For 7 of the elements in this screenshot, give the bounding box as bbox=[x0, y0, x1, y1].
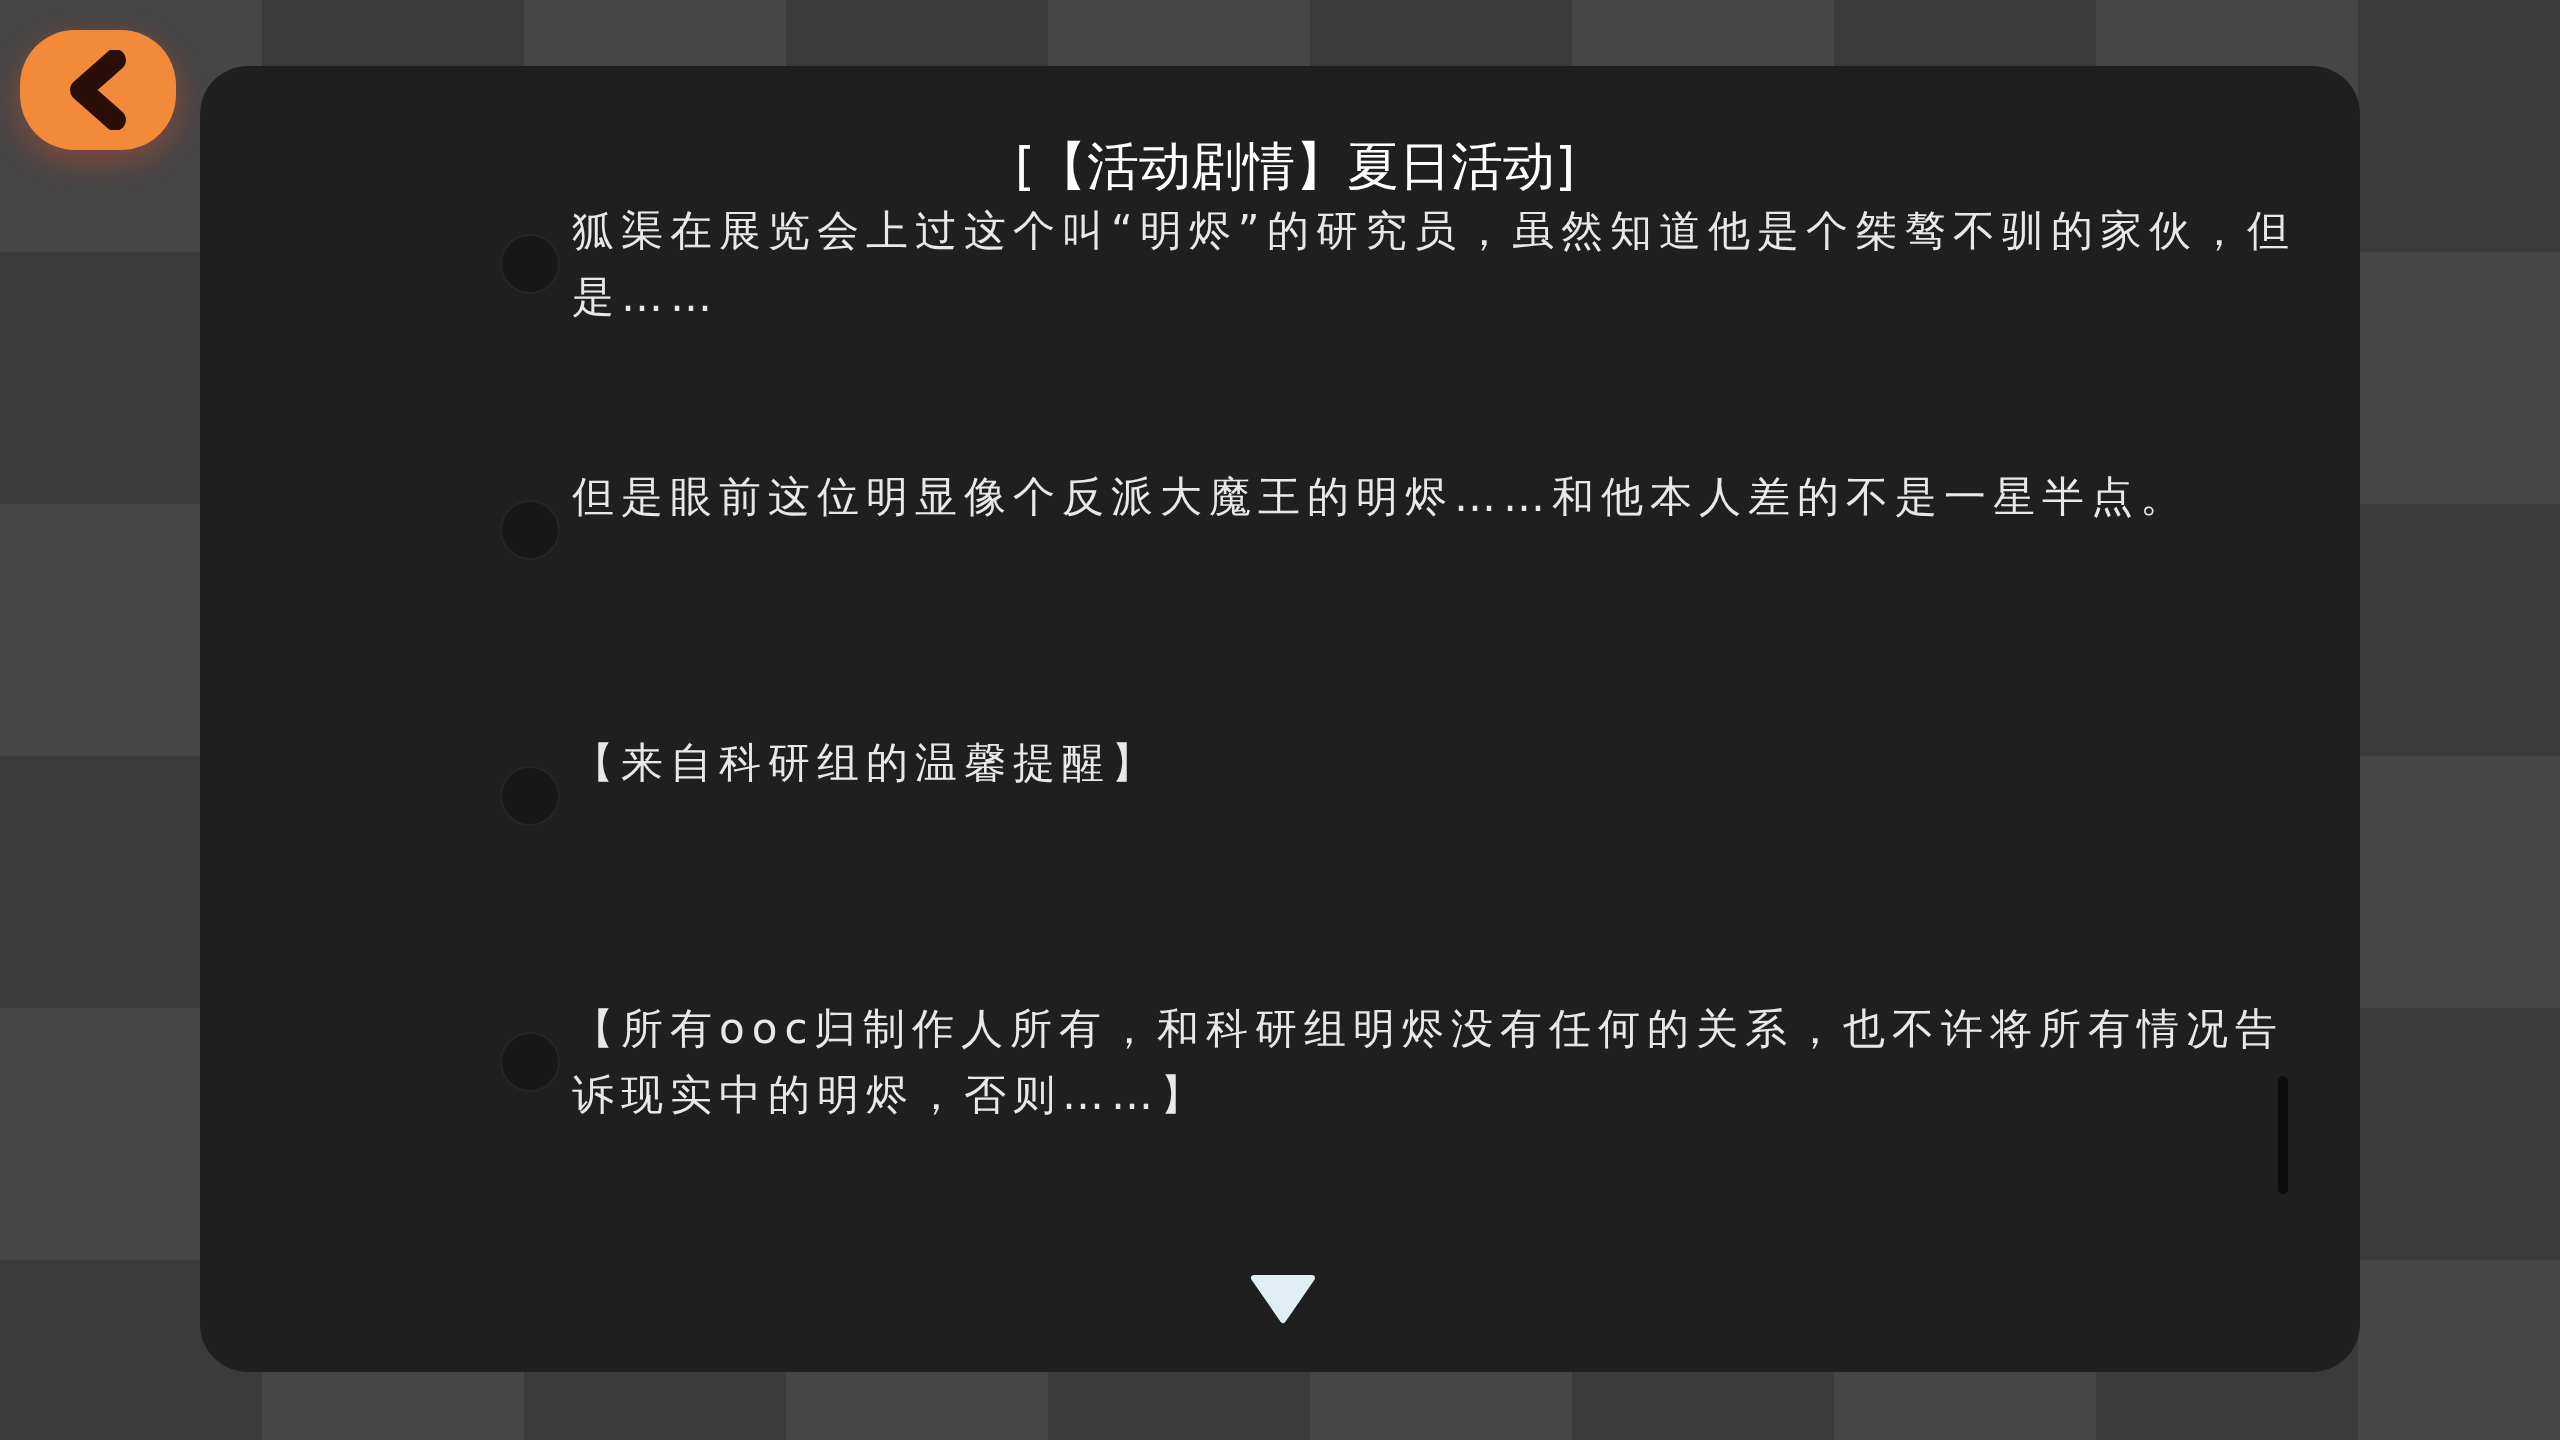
story-line: 【来自科研组的温馨提醒】 bbox=[572, 737, 1161, 789]
story-line: 【所有ooc归制作人所有，和科研组明烬没有任何的关系，也不许将所有情况告诉现实中的明烬，否则……】 bbox=[572, 1003, 2286, 1121]
back-button[interactable] bbox=[20, 30, 176, 150]
story-line: 但是眼前这位明显像个反派大魔王的明烬……和他本人差的不是一星半点。 bbox=[572, 471, 2190, 523]
panel-title: [【活动剧情】夏日活动] bbox=[1013, 135, 1577, 198]
story-line: 狐渠在展览会上过这个叫“明烬”的研究员，虽然知道他是个桀骜不驯的家伙，但是…… bbox=[572, 205, 2297, 323]
down-arrow-icon[interactable] bbox=[1250, 1274, 1316, 1324]
